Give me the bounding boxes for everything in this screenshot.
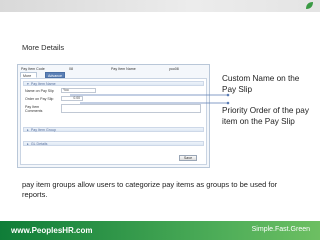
- order-on-slip-input[interactable]: 0.00: [61, 96, 83, 101]
- order-on-slip-label: Order on Pay Slip: [25, 97, 54, 101]
- slide-caption: pay item groups allow users to categoriz…: [22, 180, 278, 199]
- collapse-triangle-icon: ▾: [27, 82, 29, 86]
- expand-triangle-icon: ▸: [27, 142, 29, 146]
- pay-item-name-label: Pay Item Name: [111, 67, 136, 71]
- header-bar: [0, 0, 320, 12]
- pay-item-comments-textarea[interactable]: [61, 104, 201, 113]
- pay-item-code-value: 08: [69, 67, 73, 71]
- name-on-slip-label: Name on Pay Slip: [25, 89, 54, 93]
- pay-item-name-value: yoo08: [169, 67, 179, 71]
- section-pay-item-group[interactable]: ▸ Pay Item Group: [23, 127, 204, 132]
- section-label: Pay Item Name: [30, 82, 56, 86]
- section-pay-item-name[interactable]: ▾ Pay Item Name: [23, 81, 204, 86]
- pay-item-form-screenshot: Pay Item Code 08 Pay Item Name yoo08 Mor…: [17, 64, 210, 168]
- save-button[interactable]: Save: [179, 155, 197, 161]
- callout-custom-name: Custom Name on the Pay Slip: [222, 74, 300, 94]
- pay-item-comments-label: Pay Item Comments: [25, 105, 43, 113]
- connector-dot-order: [226, 101, 230, 105]
- name-on-slip-input[interactable]: Yoo: [61, 88, 96, 93]
- slide-title: More Details: [22, 43, 65, 52]
- section-gl-details[interactable]: ▸ GL Details: [23, 141, 204, 146]
- footer-bar: www.PeoplesHR.com Simple.Fast.Green: [0, 221, 320, 240]
- section-label: GL Details: [30, 142, 48, 146]
- form-content: ▾ Pay Item Name Name on Pay Slip Yoo Orde…: [20, 78, 207, 165]
- leaf-logo-icon: [306, 2, 313, 9]
- tagline: Simple.Fast.Green: [251, 226, 310, 233]
- callout-priority-order: Priority Order of the pay item on the Pa…: [222, 106, 309, 126]
- expand-triangle-icon: ▸: [27, 128, 29, 132]
- section-label: Pay Item Group: [30, 128, 56, 132]
- pay-item-code-label: Pay Item Code: [21, 67, 45, 71]
- website-link[interactable]: www.PeoplesHR.com: [11, 226, 93, 235]
